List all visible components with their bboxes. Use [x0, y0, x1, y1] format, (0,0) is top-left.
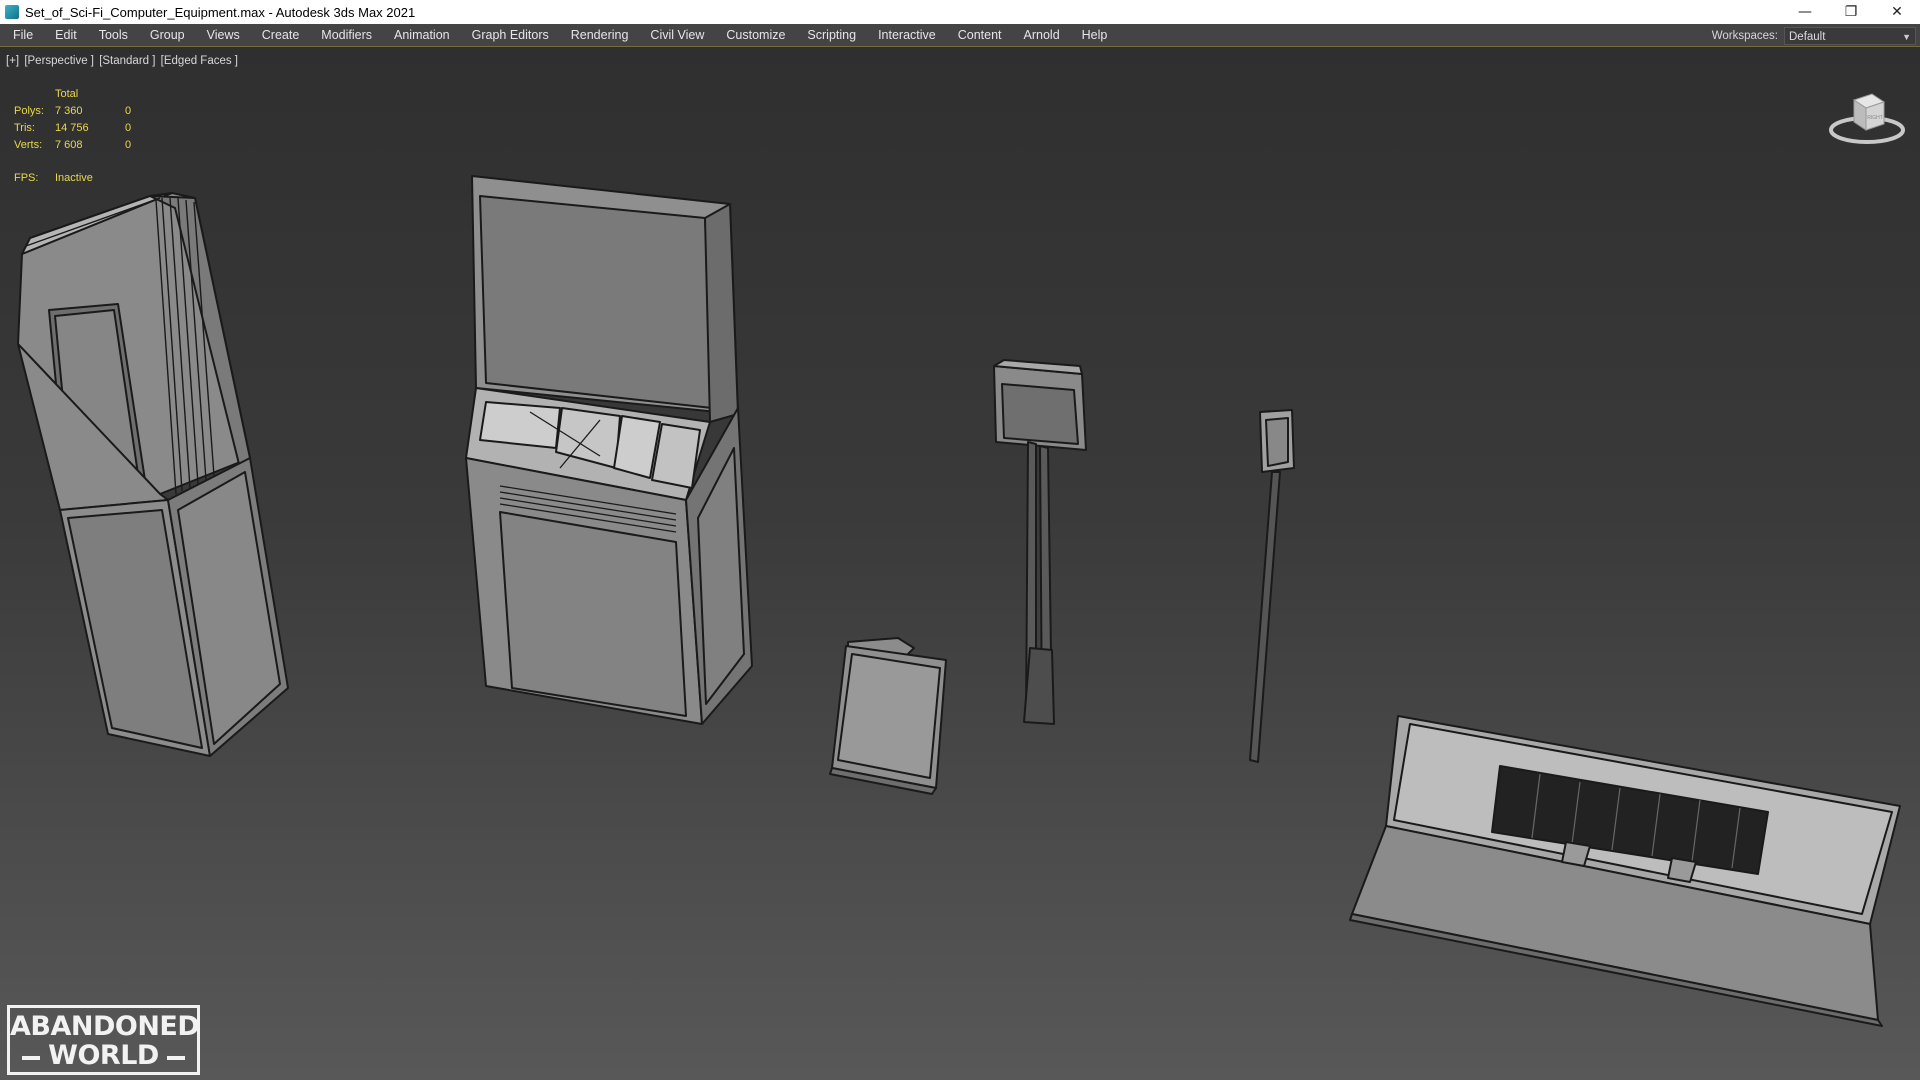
logo-line-1: ABANDONED — [10, 1011, 200, 1042]
minimize-button[interactable]: — — [1782, 0, 1828, 24]
menu-arnold[interactable]: Arnold — [1013, 24, 1071, 47]
stats-verts-label: Verts: — [14, 139, 43, 151]
console-terminal-model[interactable] — [465, 175, 753, 725]
menu-tools[interactable]: Tools — [88, 24, 139, 47]
stats-polys-label: Polys: — [14, 105, 44, 117]
restore-button[interactable]: ❐ — [1828, 0, 1874, 24]
logo-left-bar — [22, 1056, 40, 1060]
stats-fps-value: Inactive — [55, 172, 93, 184]
menu-interactive[interactable]: Interactive — [867, 24, 947, 47]
stats-tris-label: Tris: — [14, 122, 35, 134]
control-desk-model[interactable] — [1349, 715, 1901, 1027]
stats-fps-label: FPS: — [14, 172, 39, 184]
workspaces-group: Workspaces: Default ▼ — [1712, 24, 1920, 47]
perspective-viewport[interactable]: [+] [Perspective ] [Standard ] [Edged Fa… — [0, 48, 1920, 1080]
stats-verts-selected: 0 — [125, 139, 132, 151]
chevron-down-icon: ▼ — [1902, 31, 1911, 42]
viewport-menu-plus[interactable]: [+] — [6, 55, 19, 67]
stats-verts-total: 7 608 — [55, 139, 83, 151]
stats-polys-selected: 0 — [125, 105, 132, 117]
menu-modifiers[interactable]: Modifiers — [310, 24, 383, 47]
app-icon[interactable] — [5, 5, 19, 19]
menu-group[interactable]: Group — [139, 24, 196, 47]
menu-file[interactable]: File — [0, 24, 44, 47]
viewcube-face-label: RIGHT — [1867, 115, 1883, 121]
viewport-shading-edged-faces[interactable]: [Edged Faces ] — [161, 55, 238, 67]
menu-graph-editors[interactable]: Graph Editors — [461, 24, 560, 47]
menu-civil-view[interactable]: Civil View — [639, 24, 715, 47]
pole-display-model[interactable] — [1249, 409, 1295, 763]
abandoned-world-logo: ABANDONED WORLD — [7, 1005, 200, 1075]
stats-header-total: Total — [55, 88, 79, 100]
menu-scripting[interactable]: Scripting — [796, 24, 867, 47]
stats-tris-selected: 0 — [125, 122, 132, 134]
title-bar: Set_of_Sci-Fi_Computer_Equipment.max - A… — [0, 0, 1920, 24]
scene-canvas[interactable] — [0, 48, 1920, 1080]
stats-polys-total: 7 360 — [55, 105, 83, 117]
viewport-shading-standard[interactable]: [Standard ] — [99, 55, 155, 67]
close-button[interactable]: ✕ — [1874, 0, 1920, 24]
workspaces-value: Default — [1789, 30, 1826, 43]
menu-content[interactable]: Content — [947, 24, 1013, 47]
workspaces-dropdown[interactable]: Default ▼ — [1784, 26, 1916, 45]
stats-tris-total: 14 756 — [55, 122, 89, 134]
viewcube[interactable]: RIGHT — [1826, 78, 1908, 160]
window-title: Set_of_Sci-Fi_Computer_Equipment.max - A… — [25, 4, 416, 20]
menu-bar: File Edit Tools Group Views Create Modif… — [0, 24, 1920, 47]
menu-animation[interactable]: Animation — [383, 24, 461, 47]
viewport-label[interactable]: [+] [Perspective ] [Standard ] [Edged Fa… — [6, 55, 240, 67]
menu-customize[interactable]: Customize — [715, 24, 796, 47]
handheld-device-model[interactable] — [829, 637, 947, 795]
logo-right-bar — [167, 1056, 185, 1060]
server-cabinet-model[interactable] — [17, 192, 289, 757]
monitor-on-stand-model[interactable] — [993, 359, 1087, 725]
menu-rendering[interactable]: Rendering — [560, 24, 640, 47]
workspaces-label: Workspaces: — [1711, 29, 1778, 42]
menu-views[interactable]: Views — [196, 24, 251, 47]
menu-help[interactable]: Help — [1071, 24, 1119, 47]
menu-create[interactable]: Create — [251, 24, 311, 47]
menu-edit[interactable]: Edit — [44, 24, 88, 47]
viewport-pov-label[interactable]: [Perspective ] — [24, 55, 94, 67]
